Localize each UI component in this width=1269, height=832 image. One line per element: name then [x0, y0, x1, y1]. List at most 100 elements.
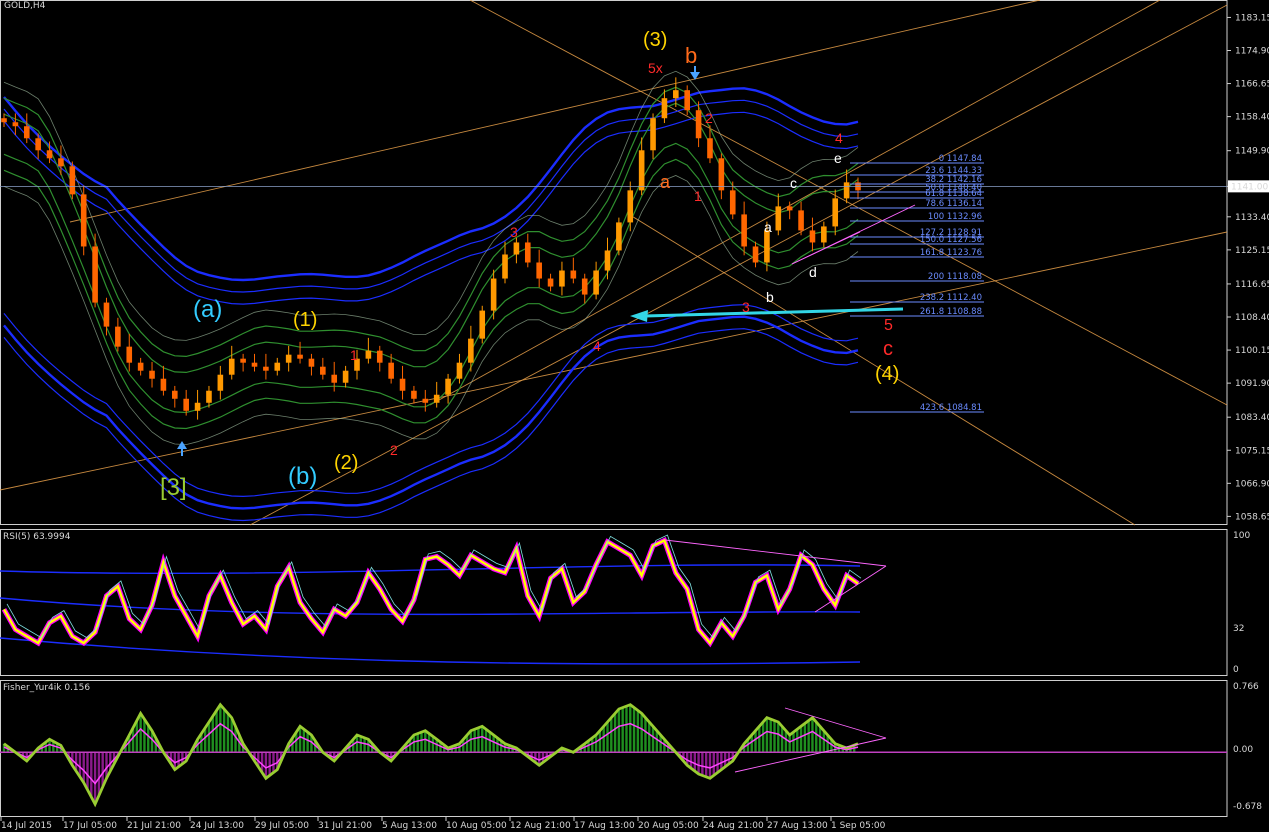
- candle-body: [115, 326, 121, 347]
- time-axis-label: 14 Jul 2015: [1, 821, 52, 831]
- rsi-blue-curve: [0, 564, 861, 575]
- wave-label: 5x: [648, 60, 663, 76]
- trend-line: [429, 0, 1161, 406]
- rsi-magenta-line: [1, 536, 860, 648]
- candle-body: [1, 118, 7, 123]
- fisher-histogram-bar: [758, 726, 761, 753]
- wave-label: b: [685, 43, 697, 68]
- fib-level-label: 78.6 1136.14: [925, 199, 982, 209]
- time-axis-label: 24 Aug 21:00: [703, 821, 764, 831]
- candle-body: [217, 374, 224, 391]
- fisher-histogram-bar: [716, 752, 719, 773]
- wave-label: 3: [510, 224, 518, 240]
- rsi-blue-curve: [0, 637, 861, 665]
- fisher-histogram-bar: [420, 732, 423, 753]
- fisher-histogram-bar: [298, 726, 302, 753]
- candle-body: [707, 138, 713, 159]
- candle-body: [411, 390, 417, 399]
- fisher-histogram-bar: [648, 722, 651, 753]
- wave-label: e: [834, 150, 842, 166]
- fisher-histogram-bar: [93, 752, 97, 805]
- price-axis-label: 1166.65: [1235, 80, 1269, 90]
- fib-level-label: 150.0 1127.56: [920, 235, 982, 245]
- fisher-histogram-bar: [272, 752, 275, 773]
- candle-body: [570, 270, 577, 279]
- wave-label: 3: [742, 299, 750, 315]
- candle-body: [103, 302, 110, 327]
- candle-body: [240, 358, 246, 363]
- fisher-histogram-bar: [773, 720, 776, 753]
- candle-body: [718, 158, 725, 191]
- chart-canvas: 1183.15 1174.90 1166.65 1158.40 1149.90 1141.…: [0, 0, 1269, 831]
- fisher-histogram-bar: [613, 713, 617, 753]
- time-axis-label: 12 Aug 21:00: [510, 821, 571, 831]
- fisher-histogram-bar: [598, 730, 602, 753]
- fisher-histogram-bar: [784, 730, 788, 753]
- time-axis-label: 31 Jul 21:00: [318, 821, 372, 831]
- fisher-histogram-bar: [636, 710, 640, 753]
- fisher-axis-label: 0.00: [1233, 745, 1253, 755]
- blue-band-line: [3, 304, 859, 498]
- fisher-histogram-bar: [803, 723, 807, 753]
- candle-body: [616, 222, 622, 251]
- blue-band-line: [3, 99, 859, 293]
- candle-body: [23, 126, 30, 139]
- candle-body: [137, 362, 144, 371]
- candle-body: [251, 362, 258, 367]
- candle-body: [160, 378, 167, 391]
- candle-body: [502, 254, 508, 279]
- candle-body: [764, 230, 770, 263]
- candle-body: [46, 150, 53, 159]
- fisher-histogram-bar: [219, 704, 222, 753]
- fisher-histogram-bar: [363, 737, 366, 753]
- candle-body: [524, 242, 531, 263]
- candle-body: [206, 390, 212, 403]
- candle-body: [126, 346, 133, 363]
- fisher-histogram-bar: [488, 732, 492, 753]
- rsi-axis-label: 0: [1233, 665, 1239, 675]
- fisher-histogram-bar: [135, 720, 139, 753]
- wave-label: 4: [835, 130, 843, 146]
- candle-body: [376, 350, 383, 363]
- candle-body: [35, 138, 41, 151]
- time-axis-label: 27 Aug 13:00: [767, 821, 828, 831]
- wave-label: (4): [875, 363, 899, 385]
- fisher-panel-frame: [0, 680, 1228, 817]
- fisher-histogram-bar: [139, 713, 142, 753]
- candle-body: [604, 250, 611, 271]
- candle-body: [684, 90, 690, 111]
- fisher-histogram-bar: [704, 752, 708, 777]
- fib-level-label: 261.8 1108.88: [920, 307, 982, 317]
- candle-body: [638, 150, 645, 191]
- candle-body: [320, 366, 326, 375]
- candle-body: [832, 198, 839, 227]
- fisher-triangle-line: [734, 737, 887, 773]
- fisher-axis-label: 0.766: [1233, 682, 1259, 692]
- candle-body: [843, 182, 850, 199]
- candle-body: [695, 110, 702, 139]
- fisher-histogram-bar: [761, 722, 765, 753]
- fisher-histogram-bar: [632, 707, 636, 753]
- fisher-histogram-bar: [644, 717, 647, 753]
- trend-line: [69, 0, 1041, 223]
- fisher-histogram-bar: [86, 752, 89, 790]
- fisher-histogram-bar: [143, 719, 146, 753]
- time-axis-label: 5 Aug 13:00: [382, 821, 437, 831]
- fisher-histogram-bar: [765, 717, 769, 753]
- price-axis-label: 1091.90: [1235, 379, 1269, 389]
- candle-body: [92, 246, 98, 303]
- wave-label: 4: [593, 338, 601, 354]
- current-price-label: 1141.00: [1231, 182, 1268, 192]
- candle-body: [308, 358, 315, 367]
- fisher-histogram-bar: [492, 734, 495, 753]
- fisher-histogram-bar: [82, 752, 85, 783]
- time-axis-label: 1 Sep 05:00: [831, 821, 886, 831]
- fisher-histogram-bar: [815, 722, 818, 753]
- candle-body: [399, 378, 406, 391]
- fisher-histogram-bar: [777, 722, 780, 753]
- candle-body: [12, 122, 19, 127]
- fisher-histogram-bar: [625, 706, 628, 753]
- time-axis-label: 17 Aug 13:00: [574, 821, 635, 831]
- fisher-histogram-bar: [610, 717, 613, 753]
- wave-label: 2: [390, 442, 398, 458]
